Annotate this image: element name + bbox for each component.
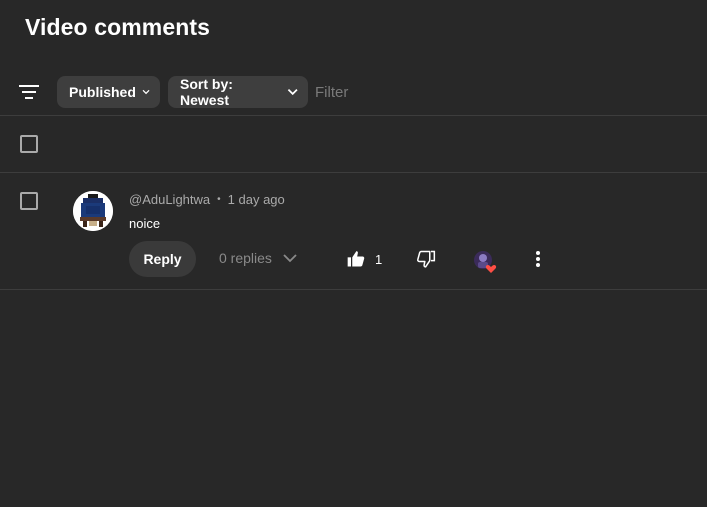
thumbs-down-icon[interactable]	[416, 249, 436, 269]
video-comments-page: Video comments Published Sort by: Newest	[0, 0, 707, 507]
creator-heart-icon[interactable]	[473, 250, 497, 274]
reply-button-label: Reply	[143, 251, 182, 267]
divider	[0, 115, 707, 116]
published-dropdown[interactable]: Published	[57, 76, 160, 108]
replies-count-label: 0 replies	[219, 250, 272, 266]
select-all-checkbox[interactable]	[20, 135, 38, 153]
comment-meta: @AduLightwa • 1 day ago	[129, 192, 285, 207]
divider	[0, 289, 707, 290]
like-count: 1	[375, 252, 383, 267]
filter-lines-icon[interactable]	[18, 81, 40, 103]
filter-bar: Published Sort by: Newest	[0, 76, 707, 108]
comment-checkbox[interactable]	[20, 192, 38, 210]
comment-author[interactable]: @AduLightwa	[129, 192, 210, 207]
divider	[0, 172, 707, 173]
sort-dropdown-label: Sort by: Newest	[180, 76, 233, 108]
more-vertical-icon[interactable]	[530, 249, 546, 269]
reply-button[interactable]: Reply	[129, 241, 196, 277]
comment-time[interactable]: 1 day ago	[228, 192, 285, 207]
replies-toggle[interactable]: 0 replies	[219, 250, 298, 266]
sort-dropdown[interactable]: Sort by: Newest	[168, 76, 308, 108]
avatar[interactable]	[73, 191, 113, 231]
page-title: Video comments	[25, 14, 211, 40]
filter-input[interactable]	[315, 80, 695, 104]
avatar-image	[73, 191, 113, 231]
published-dropdown-label: Published	[69, 84, 136, 100]
thumbs-up-icon[interactable]	[346, 249, 366, 269]
chevron-down-icon	[287, 89, 298, 96]
comment-text: noice	[129, 216, 161, 231]
chevron-down-icon	[283, 254, 297, 263]
meta-separator: •	[217, 194, 221, 205]
chevron-down-icon	[142, 89, 150, 95]
